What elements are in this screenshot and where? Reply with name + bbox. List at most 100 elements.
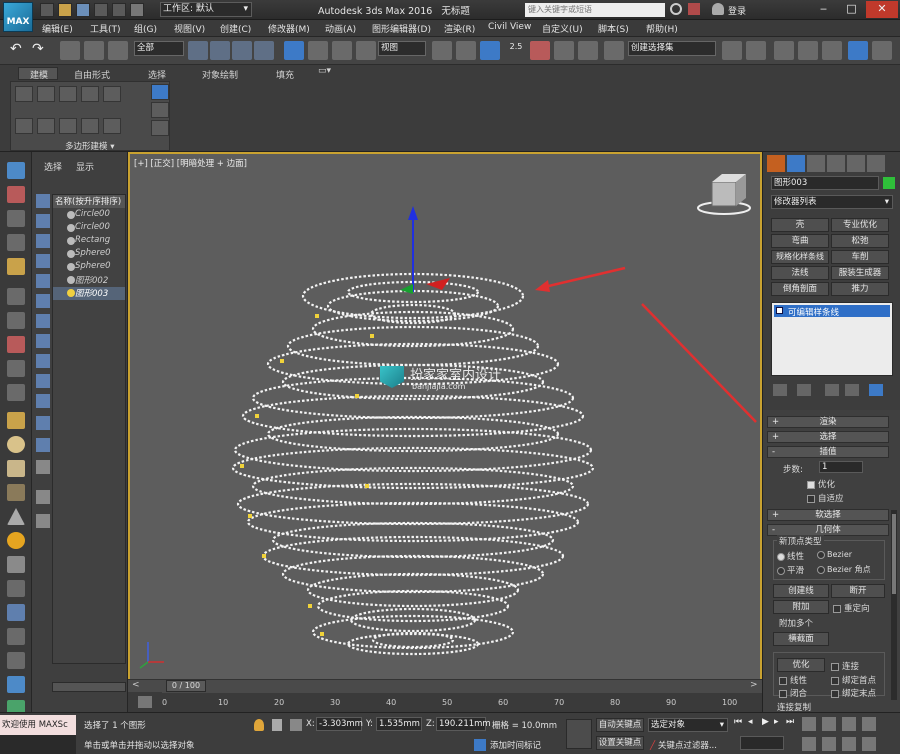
material-editor-icon[interactable]: [872, 41, 892, 60]
prev-key-icon[interactable]: ◂: [748, 717, 753, 727]
select-and-scale-icon[interactable]: [332, 41, 352, 60]
list-column-header[interactable]: 名称(按升序排序): [53, 195, 125, 208]
visibility-bulb-icon[interactable]: [67, 211, 75, 219]
menu-group[interactable]: 组(G): [134, 22, 157, 35]
prev-frame-icon[interactable]: <: [132, 680, 140, 690]
ribbon-tool-icon[interactable]: [81, 118, 99, 134]
rollout-soft-selection[interactable]: + 软选择: [767, 509, 889, 521]
toolbar-icon[interactable]: [7, 580, 25, 597]
utilities-tab-icon[interactable]: [867, 155, 885, 172]
percent-snap-icon[interactable]: [554, 41, 574, 60]
maxscript-listener[interactable]: 欢迎使用 MAXSc: [0, 715, 76, 735]
ribbon-tool-icon[interactable]: [37, 86, 55, 102]
login-link[interactable]: 登录: [728, 4, 746, 17]
toolbar-icon[interactable]: [7, 676, 25, 693]
schematic-view-icon[interactable]: [848, 41, 868, 60]
ribbon-tool-icon[interactable]: [59, 86, 77, 102]
filter-icon[interactable]: [36, 334, 50, 348]
maxscript-input[interactable]: [0, 735, 76, 754]
menu-civil-view[interactable]: Civil View: [488, 22, 531, 32]
rollout-rendering[interactable]: + 渲染: [767, 416, 889, 428]
menu-modifiers[interactable]: 修改器(M): [268, 22, 310, 35]
selection-lock-icon[interactable]: [272, 719, 282, 731]
stack-toggle-icon[interactable]: [776, 307, 783, 314]
toolbar-icon[interactable]: [7, 628, 25, 645]
toolbar-icon[interactable]: [7, 384, 25, 401]
menu-tools[interactable]: 工具(T): [90, 22, 121, 35]
camera-icon[interactable]: [7, 288, 25, 305]
toolbar-icon[interactable]: [7, 360, 25, 377]
bind-first-checkbox[interactable]: 绑定首点: [831, 674, 876, 686]
search-input[interactable]: 键入关键字或短语: [525, 3, 665, 17]
close-button[interactable]: ✕: [866, 1, 898, 18]
modifier-relax-button[interactable]: 松弛: [831, 234, 889, 248]
absolute-mode-icon[interactable]: [290, 719, 302, 731]
menu-customize[interactable]: 自定义(U): [542, 22, 583, 35]
filter-icon[interactable]: [36, 314, 50, 328]
list-horizontal-scrollbar[interactable]: [52, 682, 126, 692]
y-coordinate-field[interactable]: 1.535mm: [376, 717, 422, 731]
modifier-push-button[interactable]: 推力: [831, 282, 889, 296]
visibility-bulb-icon[interactable]: [67, 224, 75, 232]
modifier-normal-button[interactable]: 法线: [771, 266, 829, 280]
go-to-start-icon[interactable]: ⏮: [734, 717, 742, 727]
filter-icon[interactable]: [36, 514, 50, 528]
attach-multiple-button[interactable]: 附加多个: [779, 617, 813, 629]
create-line-button[interactable]: 创建线: [773, 584, 829, 598]
x-coordinate-field[interactable]: -3.303mm: [316, 717, 363, 731]
ribbon-tab-populate[interactable]: 填充: [276, 68, 294, 81]
ribbon-options-icon[interactable]: ▭▾: [318, 66, 331, 76]
curve-editor-icon[interactable]: [822, 41, 842, 60]
isolate-selection-icon[interactable]: [254, 719, 264, 731]
ribbon-tool-icon[interactable]: [103, 118, 121, 134]
select-by-name-icon[interactable]: [210, 41, 230, 60]
unlink-icon[interactable]: [84, 41, 104, 60]
ribbon-tab-selection[interactable]: 选择: [148, 68, 166, 81]
toolbar-icon[interactable]: [7, 186, 25, 203]
app-logo-button[interactable]: MAX: [3, 2, 33, 32]
ribbon-tool-icon[interactable]: [59, 118, 77, 134]
menu-views[interactable]: 视图(V): [174, 22, 205, 35]
auto-key-button[interactable]: 自动关键点: [596, 718, 644, 732]
align-icon[interactable]: [746, 41, 766, 60]
redo-icon[interactable]: ↷: [32, 41, 52, 60]
connect-checkbox[interactable]: 连接: [831, 660, 859, 672]
move-gizmo[interactable]: [400, 206, 450, 294]
cross-section-button[interactable]: 横截面: [773, 632, 829, 646]
torus-icon[interactable]: [7, 484, 25, 501]
break-button[interactable]: 断开: [831, 584, 885, 598]
key-filters-button[interactable]: ╱ 关键点过滤器...: [650, 739, 717, 751]
make-unique-icon[interactable]: [825, 384, 839, 396]
ribbon-tool-icon[interactable]: [103, 86, 121, 102]
snaps-toggle-icon[interactable]: 2.5: [506, 41, 526, 60]
filter-icon[interactable]: [36, 490, 50, 504]
select-object-icon[interactable]: [188, 41, 208, 60]
rollout-selection[interactable]: + 选择: [767, 431, 889, 443]
zoom-extents-all-icon[interactable]: [862, 717, 876, 731]
select-and-move-icon[interactable]: [284, 41, 304, 60]
mirror-icon[interactable]: [722, 41, 742, 60]
undo-icon[interactable]: [94, 3, 108, 17]
box-icon[interactable]: [7, 412, 25, 429]
display-tab-icon[interactable]: [847, 155, 865, 172]
ribbon-tab-object-paint[interactable]: 对象绘制: [202, 68, 238, 81]
reorient-checkbox[interactable]: 重定向: [833, 602, 870, 614]
zoom-icon[interactable]: [802, 717, 816, 731]
redo-icon[interactable]: [112, 3, 126, 17]
linear-checkbox[interactable]: 线性: [779, 674, 807, 686]
visibility-bulb-icon[interactable]: [67, 263, 75, 271]
object-name-field[interactable]: 图形003: [771, 176, 879, 190]
scene-tab-display[interactable]: 显示: [76, 160, 94, 173]
time-slider-thumb[interactable]: 0 / 100: [166, 680, 206, 692]
optimize-button[interactable]: 优化: [777, 658, 825, 672]
current-frame-field[interactable]: [740, 736, 784, 750]
filter-icon[interactable]: [36, 354, 50, 368]
z-coordinate-field[interactable]: 190.211mm: [436, 717, 491, 731]
rollout-scrollbar-thumb[interactable]: [892, 514, 896, 594]
rollout-interpolation[interactable]: - 插值: [767, 446, 889, 458]
remove-modifier-icon[interactable]: [845, 384, 859, 396]
search-icon[interactable]: [670, 3, 682, 15]
link-icon[interactable]: [60, 41, 80, 60]
window-crossing-icon[interactable]: [254, 41, 274, 60]
filter-icon[interactable]: [36, 274, 50, 288]
